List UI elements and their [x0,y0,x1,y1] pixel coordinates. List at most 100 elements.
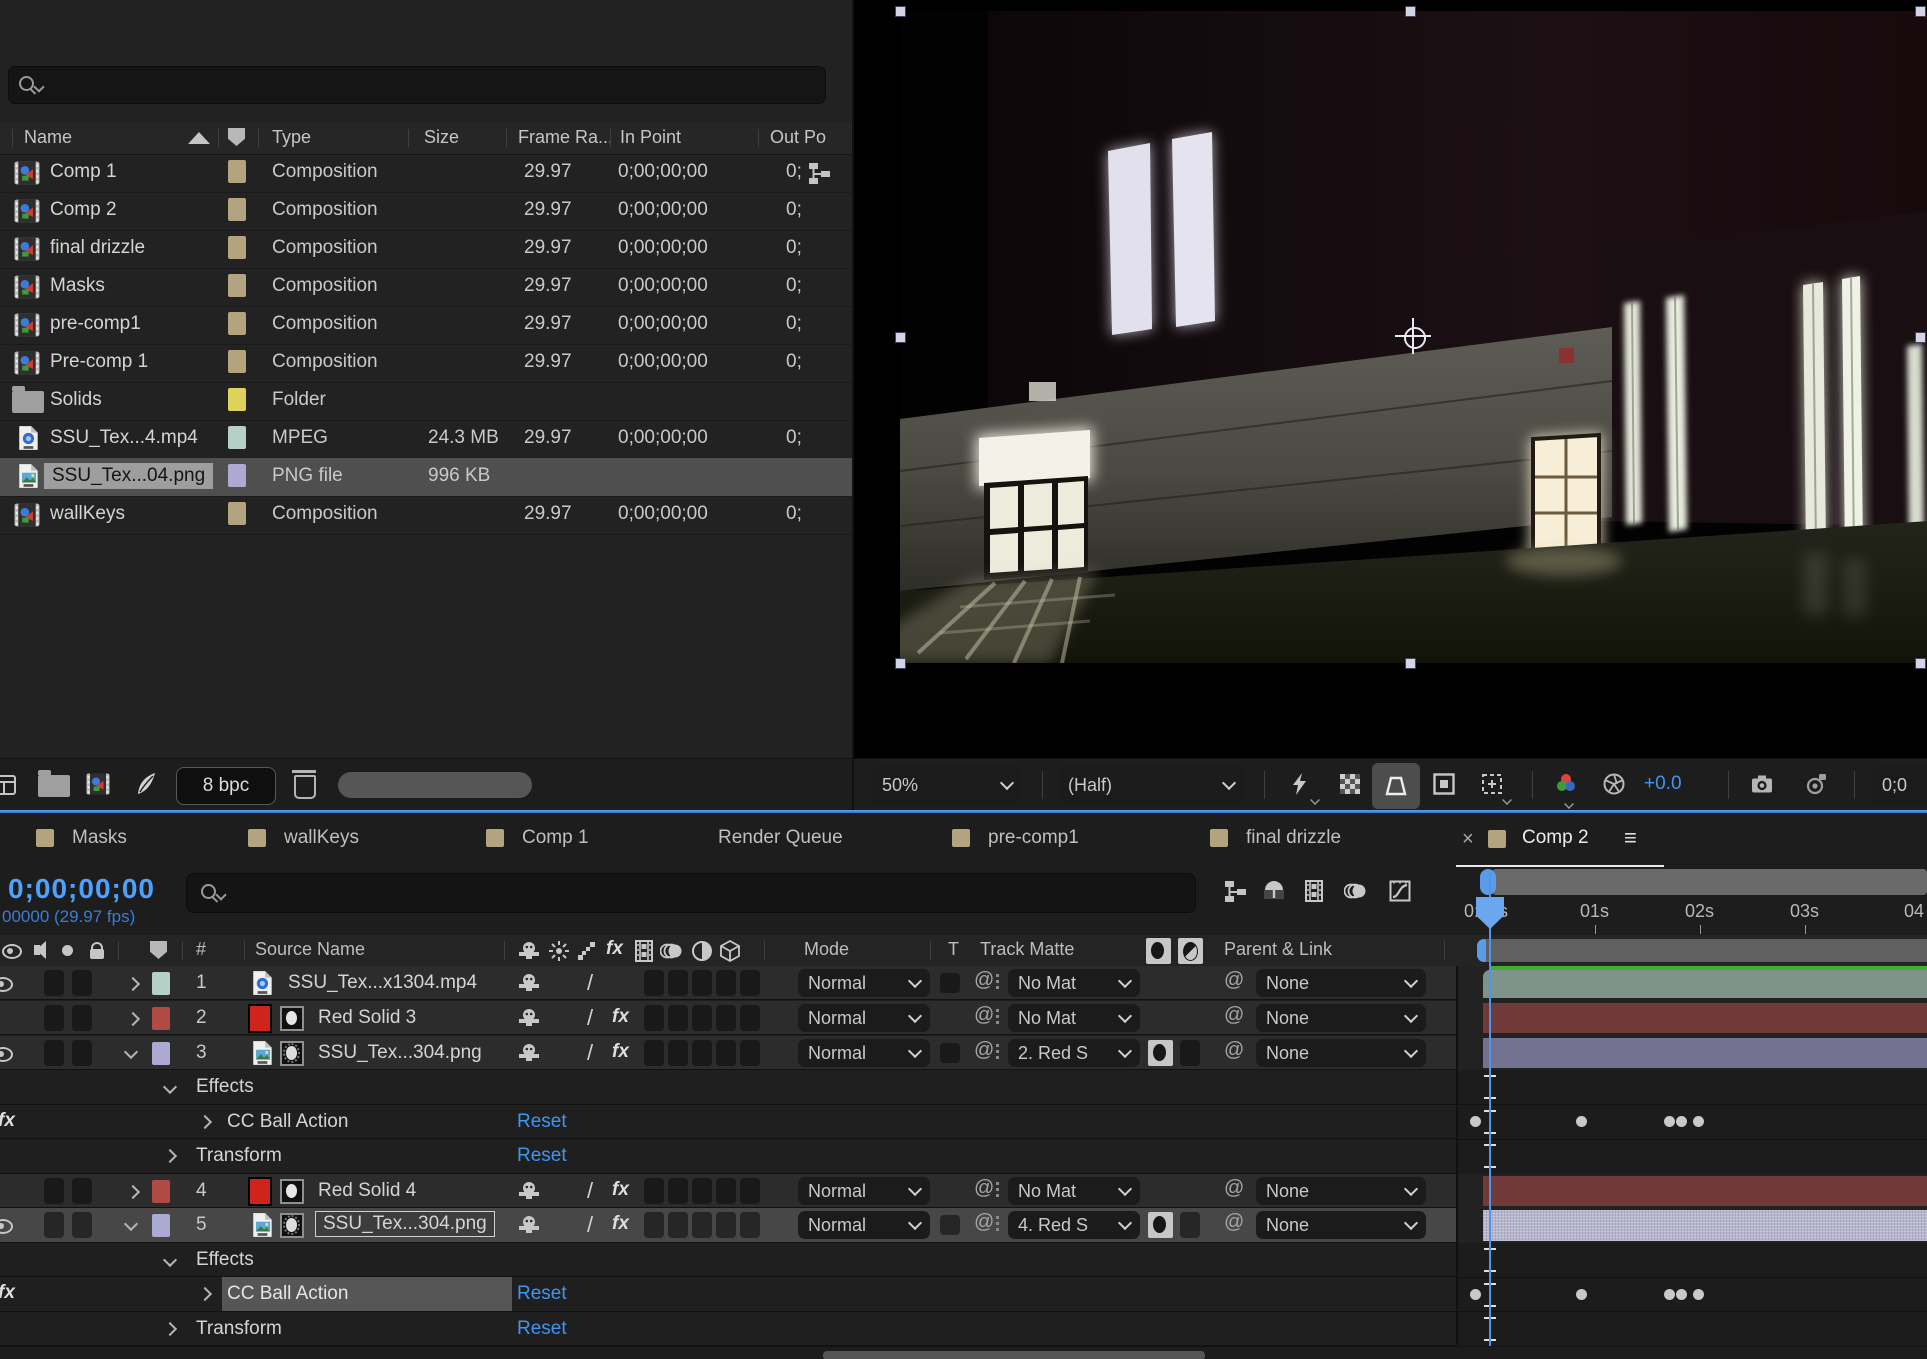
column-frame-rate[interactable]: Frame Ra... [518,127,610,148]
draft-3d-icon[interactable] [1262,879,1286,903]
matte-pickwhip-icon[interactable]: @ [974,1177,994,1200]
column-t[interactable]: T [948,939,959,960]
used-in-comp-icon[interactable] [808,161,832,185]
track-matte-dropdown[interactable]: 2. Red S [1008,1039,1140,1067]
tab-masks[interactable]: Masks [36,827,127,849]
project-row[interactable]: SSU_Tex...4.mp4 MPEG 24.3 MB 29.97 0;00;… [0,420,852,459]
parent-dropdown[interactable]: None [1256,1211,1426,1239]
effects-group-row[interactable]: Effects [0,1243,1456,1277]
solo-switch[interactable] [44,970,64,996]
selection-handle[interactable] [1405,658,1416,669]
quality-switch[interactable]: / [587,1212,593,1238]
keyframe[interactable] [1664,1116,1675,1127]
timeline-zoom-scrollbar[interactable] [1480,869,1496,895]
shy-switch-icon[interactable] [517,1179,541,1203]
preserve-transparency-checkbox[interactable] [940,1215,960,1235]
matte-pickwhip-icon[interactable]: @ [974,1004,994,1027]
tab-comp-1[interactable]: Comp 1 [486,827,589,849]
expand-chevron-icon[interactable] [126,1185,140,1199]
keyframe[interactable] [1664,1289,1675,1300]
expand-chevron-icon[interactable] [163,1149,177,1163]
project-search-input[interactable] [8,66,826,104]
track-matte-dropdown[interactable]: No Mat [1008,1004,1140,1032]
project-horizontal-scrollbar[interactable] [338,772,532,798]
column-number[interactable]: # [196,939,206,960]
expand-chevron-icon[interactable] [126,977,140,991]
layer-label[interactable] [152,1180,170,1203]
magnification-dropdown[interactable]: 50% [872,765,1022,805]
selection-handle[interactable] [895,332,906,343]
collapse-chevron-icon[interactable] [124,1045,138,1059]
timeline-search-input[interactable] [186,873,1196,913]
keyframe[interactable] [1676,1289,1687,1300]
keyframe-indicator[interactable] [1470,1116,1481,1127]
track-matte-dropdown[interactable]: No Mat [1008,969,1140,997]
layer-label[interactable] [152,1214,170,1237]
expand-chevron-icon[interactable] [163,1322,177,1336]
lock-switch[interactable] [72,970,92,996]
selection-handle[interactable] [895,658,906,669]
preserve-transparency-checkbox[interactable] [940,1043,960,1063]
graph-editor-icon[interactable] [1388,879,1412,903]
exposure-value[interactable]: +0.0 [1644,773,1682,795]
reset-effect-link[interactable]: Reset [517,1111,567,1133]
selection-handle[interactable] [1915,6,1926,17]
project-row[interactable]: wallKeys Composition 29.97 0;00;00;00 0; [0,496,852,535]
matte-alpha-icon[interactable] [1146,938,1171,964]
region-of-interest-active[interactable] [1372,763,1420,809]
project-row[interactable]: Masks Composition 29.97 0;00;00;00 0; [0,268,852,307]
project-row[interactable]: Comp 1 Composition 29.97 0;00;00;00 0; [0,154,852,193]
fast-preview-icon[interactable] [1288,772,1312,796]
interpret-footage-icon[interactable] [0,773,16,797]
column-source-name[interactable]: Source Name [255,939,365,960]
anchor-point-crosshair[interactable] [1399,322,1427,350]
project-row-selected[interactable]: SSU_Tex...04.png PNG file 996 KB [0,458,852,497]
column-type[interactable]: Type [272,127,311,148]
preserve-transparency-checkbox[interactable] [940,973,960,993]
layer-bar-4[interactable] [1483,1176,1927,1206]
transparency-grid-icon[interactable] [1338,772,1362,796]
fx-switch[interactable]: fx [612,1006,629,1028]
collapse-chevron-icon[interactable] [163,1253,177,1267]
layer-bar-2[interactable] [1483,1003,1927,1033]
timeline-horizontal-scrollbar[interactable] [823,1351,1205,1359]
matte-invert-switch[interactable] [1180,1040,1200,1066]
transform-group-row[interactable]: Transform Reset [0,1312,1456,1346]
column-size[interactable]: Size [424,127,459,148]
blend-mode-dropdown[interactable]: Normal [798,969,930,997]
project-row[interactable]: pre-comp1 Composition 29.97 0;00;00;00 0… [0,306,852,345]
channels-rgb-icon[interactable] [1554,772,1578,796]
keyframe[interactable] [1576,1289,1587,1300]
eye-icon[interactable] [0,1047,13,1062]
keyframe[interactable] [1693,1289,1704,1300]
frame-blending-icon[interactable] [1302,879,1326,903]
parent-pickwhip-icon[interactable]: @ [1224,1177,1244,1200]
tab-render-queue[interactable]: Render Queue [718,827,843,849]
parent-dropdown[interactable]: None [1256,1004,1426,1032]
effects-group-row[interactable]: Effects [0,1070,1456,1105]
shy-switch-icon[interactable] [517,1041,541,1065]
matte-invert-switch[interactable] [1180,1212,1200,1238]
quality-switch[interactable]: / [587,1005,593,1031]
mask-visibility-icon[interactable] [1432,772,1456,796]
exposure-shutter-icon[interactable] [1602,772,1626,796]
layer-bar-5-selected[interactable] [1483,1210,1927,1241]
reset-transform-link[interactable]: Reset [517,1318,567,1340]
snapshot-camera-icon[interactable] [1750,772,1774,796]
layer-row-4[interactable]: 4 Red Solid 4 / fx Normal @ No Mat @ Non… [0,1174,1456,1208]
reset-effect-link[interactable]: Reset [517,1283,567,1305]
expand-chevron-icon[interactable] [198,1287,212,1301]
transform-group-row[interactable]: Transform Reset [0,1139,1456,1174]
viewer-timecode[interactable]: 0;0 [1872,765,1927,805]
close-icon[interactable]: × [1462,828,1474,851]
parent-dropdown[interactable]: None [1256,1039,1426,1067]
delete-icon[interactable] [294,775,316,799]
layer-row-1[interactable]: 1 SSU_Tex...x1304.mp4 / Normal @ No Mat … [0,966,1456,1000]
new-folder-icon[interactable] [38,775,70,797]
column-track-matte[interactable]: Track Matte [980,939,1074,960]
selection-handle[interactable] [1915,332,1926,343]
label-chip[interactable] [228,160,246,183]
effect-cc-ball-action-row[interactable]: fx CC Ball Action Reset [0,1105,1456,1139]
new-comp-icon[interactable] [86,772,110,796]
keyframe-indicator[interactable] [1470,1289,1481,1300]
